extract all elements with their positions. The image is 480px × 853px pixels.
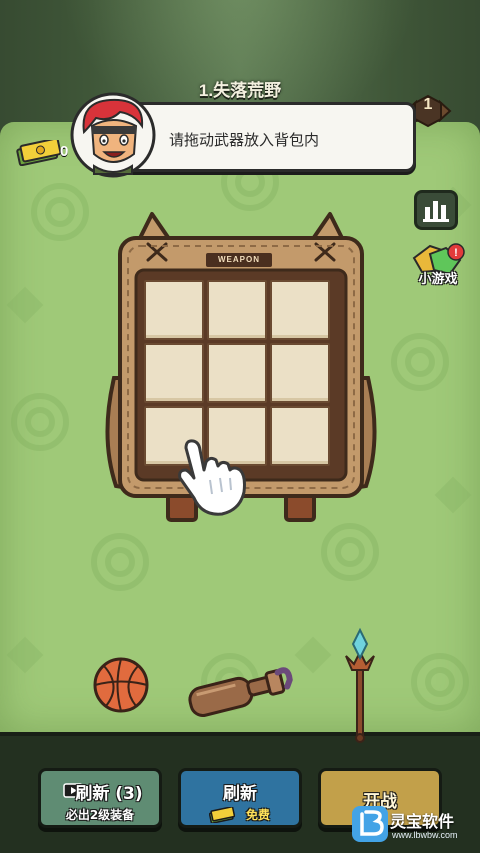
crystal-staff-item[interactable]: [340, 626, 380, 744]
tutorial-hand-icon: [178, 439, 246, 516]
watermark-name: 灵宝软件: [390, 812, 455, 831]
hint-text: 请拖动武器放入背包内: [169, 131, 320, 149]
backpack-slot[interactable]: [207, 343, 267, 403]
refresh-free-sub: 免费: [245, 808, 270, 822]
backpack-slot[interactable]: [270, 343, 330, 403]
hint-bubble: 请拖动武器放入背包内: [120, 102, 416, 172]
watermark-url: www.lbwbw.com: [392, 830, 458, 840]
backpack-slot[interactable]: [144, 280, 204, 340]
backpack-tag: WEAPON: [206, 253, 272, 267]
watermark-logo-icon: [352, 806, 388, 842]
minigame-badge: !: [454, 247, 458, 259]
backpack-slot[interactable]: [207, 280, 267, 340]
refresh-ad-button[interactable]: 刷新 (3) 必出2级装备: [38, 768, 162, 828]
minigame-label: 小游戏: [418, 272, 458, 287]
guide-avatar: [70, 92, 156, 178]
refresh-ad-sub: 必出2级装备: [65, 808, 135, 822]
backpack-slot[interactable]: [270, 280, 330, 340]
bar-chart-icon: [423, 201, 449, 222]
watermark: 灵宝软件 www.lbwbw.com: [352, 806, 474, 850]
refresh-free-label: 刷新: [223, 784, 257, 804]
backpack-slot[interactable]: [270, 406, 330, 466]
leaderboard-button[interactable]: [414, 190, 458, 230]
backpack-slot[interactable]: [144, 343, 204, 403]
cash-count: 0: [60, 143, 69, 160]
bottle-club-item[interactable]: [182, 656, 298, 718]
refresh-free-button[interactable]: 刷新 免费: [178, 768, 302, 828]
refresh-ad-label: 刷新 (3): [75, 784, 143, 804]
basketball-item[interactable]: [92, 656, 150, 714]
